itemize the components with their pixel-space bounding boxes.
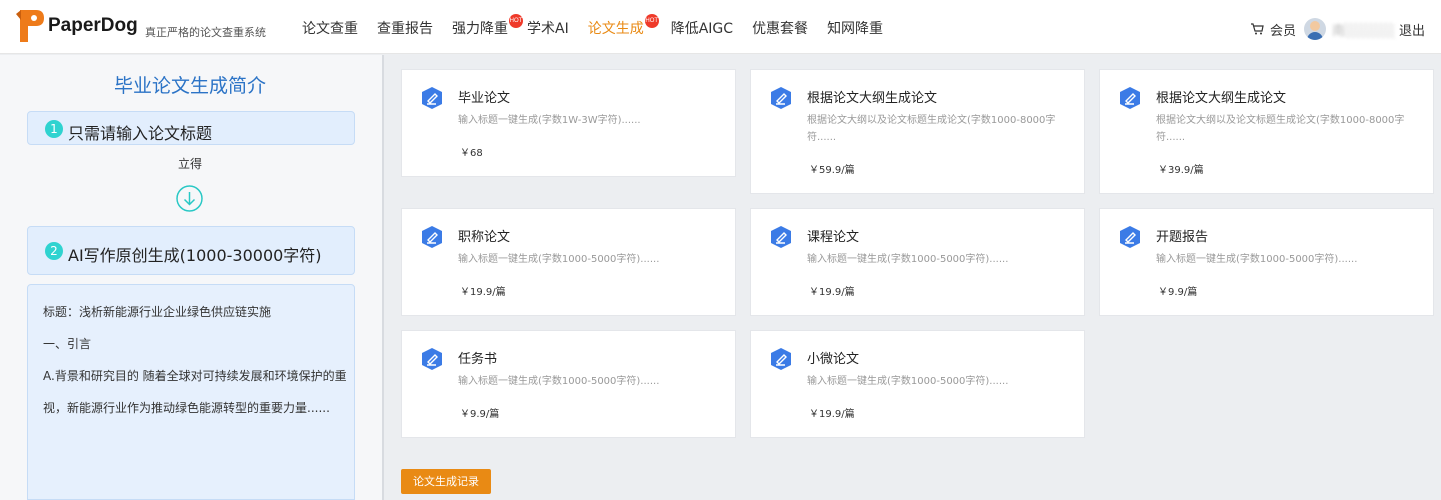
intro-sidebar: 毕业论文生成简介 1 只需请输入论文标题 立得 2 AI写作原创生成(1000-… xyxy=(0,55,384,500)
card-description: 输入标题一键生成(字数1000-5000字符)...... xyxy=(807,376,1009,387)
product-card[interactable]: 毕业论文 输入标题一键生成(字数1W-3W字符)...... ￥68 xyxy=(401,69,736,177)
product-card[interactable]: 根据论文大纲生成论文 根据论文大纲以及论文标题生成论文(字数1000-8000字… xyxy=(750,69,1085,194)
card-title: 根据论文大纲生成论文 xyxy=(1156,91,1287,106)
dog-logo-icon xyxy=(16,10,44,42)
card-description: 输入标题一键生成(字数1000-5000字符)...... xyxy=(807,254,1009,265)
card-price: ￥59.9/篇 xyxy=(809,165,855,176)
card-title: 毕业论文 xyxy=(458,91,511,106)
avatar[interactable] xyxy=(1304,18,1327,40)
sample-line: A.背景和研究目的 随着全球对可持续发展和环境保护的重 xyxy=(43,369,347,383)
card-price: ￥68 xyxy=(460,148,483,159)
pen-badge-icon xyxy=(771,348,791,370)
card-title: 开题报告 xyxy=(1156,230,1209,245)
card-price: ￥19.9/篇 xyxy=(809,287,855,298)
hot-badge-icon: HOT xyxy=(644,14,659,28)
step-1-box: 1 只需请输入论文标题 xyxy=(27,111,355,145)
card-title: 课程论文 xyxy=(807,230,860,245)
card-description: 根据论文大纲以及论文标题生成论文(字数1000-8000字符...... xyxy=(807,115,1056,143)
user-area: 会员 南░░░░░ 退出 xyxy=(1250,18,1425,40)
sample-line: 标题：浅析新能源行业企业绿色供应链实施 xyxy=(43,305,272,319)
brand-tagline: 真正严格的论文查重系统 xyxy=(145,26,266,39)
nav-item-strong-rewrite[interactable]: 强力降重 HOT xyxy=(452,14,523,38)
sample-output-box: 标题：浅析新能源行业企业绿色供应链实施 一、引言 A.背景和研究目的 随着全球对… xyxy=(27,284,355,500)
card-price: ￥19.9/篇 xyxy=(809,409,855,420)
card-title: 根据论文大纲生成论文 xyxy=(807,91,938,106)
product-card[interactable]: 任务书 输入标题一键生成(字数1000-5000字符)...... ￥9.9/篇 xyxy=(401,330,736,438)
instant-label: 立得 xyxy=(177,157,202,171)
card-price: ￥9.9/篇 xyxy=(460,409,500,420)
nav-item-cnki-rewrite[interactable]: 知网降重 xyxy=(827,18,883,38)
sample-line: 一、引言 xyxy=(43,337,92,351)
nav-item-academic-ai[interactable]: 学术AI xyxy=(527,18,569,38)
pen-badge-icon xyxy=(422,348,442,370)
card-price: ￥39.9/篇 xyxy=(1158,165,1204,176)
cart-icon[interactable] xyxy=(1250,22,1264,36)
card-price: ￥19.9/篇 xyxy=(460,287,506,298)
generation-record-button[interactable]: 论文生成记录 xyxy=(401,469,491,494)
pen-badge-icon xyxy=(422,226,442,248)
hot-badge-icon: HOT xyxy=(509,14,523,28)
step-number-badge: 2 xyxy=(45,242,63,260)
nav-item-reduce-aigc[interactable]: 降低AIGC xyxy=(671,18,733,38)
product-card[interactable]: 小微论文 输入标题一键生成(字数1000-5000字符)...... ￥19.9… xyxy=(750,330,1085,438)
card-description: 输入标题一键生成(字数1000-5000字符)...... xyxy=(458,376,660,387)
sidebar-title: 毕业论文生成简介 xyxy=(113,75,266,97)
product-card[interactable]: 根据论文大纲生成论文 根据论文大纲以及论文标题生成论文(字数1000-8000字… xyxy=(1099,69,1434,194)
pen-badge-icon xyxy=(1120,226,1140,248)
nav-item-paper-generate[interactable]: 论文生成 HOT xyxy=(588,14,659,38)
main-nav: 论文查重 查重报告 强力降重 HOT 学术AI 论文生成 HOT 降低AIGC 优惠… xyxy=(302,14,902,38)
product-card[interactable]: 开题报告 输入标题一键生成(字数1000-5000字符)...... ￥9.9/… xyxy=(1099,208,1434,316)
logout-link[interactable]: 退出 xyxy=(1399,20,1425,39)
card-title: 职称论文 xyxy=(458,230,511,245)
top-header: PaperDog 真正严格的论文查重系统 论文查重 查重报告 强力降重 HOT 学… xyxy=(0,0,1441,54)
brand-logo[interactable]: PaperDog xyxy=(14,6,138,46)
card-description: 输入标题一键生成(字数1000-5000字符)...... xyxy=(1156,254,1358,265)
card-title: 任务书 xyxy=(458,352,498,367)
card-description: 根据论文大纲以及论文标题生成论文(字数1000-8000字符...... xyxy=(1156,115,1405,143)
step-2-box: 2 AI写作原创生成(1000-30000字符) xyxy=(27,226,355,275)
arrow-down-icon xyxy=(176,185,203,212)
card-description: 输入标题一键生成(字数1W-3W字符)...... xyxy=(458,115,641,126)
step-1-text: 只需请输入论文标题 xyxy=(68,124,213,143)
nav-item-check-report[interactable]: 查重报告 xyxy=(377,18,433,38)
pen-badge-icon xyxy=(1120,87,1140,109)
pen-badge-icon xyxy=(771,87,791,109)
card-title: 小微论文 xyxy=(807,352,860,367)
step-2-text: AI写作原创生成(1000-30000字符) xyxy=(68,246,322,265)
product-card[interactable]: 职称论文 输入标题一键生成(字数1000-5000字符)...... ￥19.9… xyxy=(401,208,736,316)
step-number-badge: 1 xyxy=(45,120,63,138)
brand-name: PaperDog xyxy=(48,15,138,36)
nav-item-packages[interactable]: 优惠套餐 xyxy=(752,18,808,38)
card-price: ￥9.9/篇 xyxy=(1158,287,1198,298)
nav-item-paper-check[interactable]: 论文查重 xyxy=(302,18,358,38)
card-description: 输入标题一键生成(字数1000-5000字符)...... xyxy=(458,254,660,265)
pen-badge-icon xyxy=(771,226,791,248)
product-card[interactable]: 课程论文 输入标题一键生成(字数1000-5000字符)...... ￥19.9… xyxy=(750,208,1085,316)
sample-line: 视，新能源行业作为推动绿色能源转型的重要力量...... xyxy=(43,401,330,415)
pen-badge-icon xyxy=(422,87,442,109)
username[interactable]: 南░░░░░ xyxy=(1332,20,1395,39)
member-link[interactable]: 会员 xyxy=(1270,20,1296,39)
